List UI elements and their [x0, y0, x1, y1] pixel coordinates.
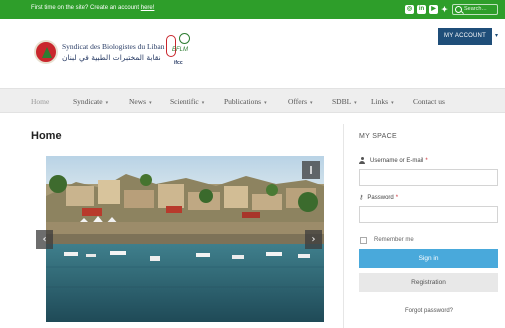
partner-logo-2: [179, 33, 190, 44]
brand-name-arabic: نقابة المختبرات الطبية في لبنان: [62, 53, 161, 62]
nav-item-label: Publications: [224, 97, 262, 106]
welcome-text: First time on the site? Create an accoun…: [31, 5, 141, 11]
nav-item-label: Offers: [288, 97, 308, 106]
chevron-down-icon: ▾: [149, 100, 152, 106]
syndicate-logo[interactable]: [34, 40, 58, 64]
search-placeholder: Search…: [464, 6, 487, 12]
partner-logo-text-bottom: ifcc: [174, 60, 183, 66]
chevron-down-icon: ▾: [354, 100, 357, 106]
account-chevron-down-icon[interactable]: ▾: [495, 32, 498, 39]
nav-item-links[interactable]: Links ▾: [371, 89, 394, 114]
nav-item-sdbl[interactable]: SDBL ▾: [332, 89, 357, 114]
password-field[interactable]: [359, 206, 498, 223]
image-slider[interactable]: [46, 156, 324, 322]
nav-item-label: News: [129, 97, 147, 106]
partner-logo-text-top: EFLM: [172, 47, 189, 53]
nav-item-contact[interactable]: Contact us: [413, 89, 445, 114]
nav-item-label: Contact us: [413, 97, 445, 106]
sign-in-button[interactable]: Sign in: [359, 249, 498, 268]
chevron-down-icon: ▾: [264, 100, 267, 106]
nav-item-news[interactable]: News ▾: [129, 89, 152, 114]
nav-item-offers[interactable]: Offers ▾: [288, 89, 313, 114]
nav-item-home[interactable]: Home: [31, 89, 49, 114]
nav-item-label: SDBL: [332, 97, 352, 106]
column-divider: [343, 124, 344, 328]
nav-item-scientific[interactable]: Scientific ▾: [170, 89, 204, 114]
welcome-message: First time on the site? Create an accoun…: [31, 5, 154, 11]
search-icon: [455, 6, 462, 13]
brand-name-french: Syndicat des Biologistes du Liban: [62, 42, 165, 51]
top-bar: First time on the site? Create an accoun…: [0, 0, 505, 19]
my-space-heading: MY SPACE: [359, 133, 397, 140]
partner-logo-eflm: EFLM ifcc: [170, 47, 196, 71]
remember-me-label: Remember me: [374, 237, 414, 243]
nav-item-publications[interactable]: Publications ▾: [224, 89, 267, 114]
chevron-down-icon: ▾: [105, 100, 109, 106]
slider-prev-button[interactable]: ‹: [36, 230, 53, 249]
required-mark: *: [395, 195, 399, 201]
chevron-down-icon: ▾: [201, 100, 205, 106]
main-navigation: Home Syndicate ▾ News ▾ Scientific ▾ Public…: [0, 88, 505, 113]
registration-button[interactable]: Registration: [359, 273, 498, 292]
create-account-link[interactable]: here!: [141, 5, 155, 11]
slider-next-button[interactable]: ›: [305, 230, 322, 249]
nav-item-label: Home: [31, 97, 50, 106]
key-icon: ⚷: [359, 194, 364, 201]
nav-item-label: Scientific: [170, 97, 199, 106]
youtube-icon[interactable]: ▶: [429, 5, 438, 14]
cedar-tree-icon: [42, 47, 52, 58]
pause-button[interactable]: ‖: [302, 161, 320, 179]
nav-item-syndicate[interactable]: Syndicate ▾: [73, 89, 108, 114]
chevron-down-icon: ▾: [391, 100, 394, 106]
linkedin-icon[interactable]: in: [417, 5, 426, 14]
password-label-text: Password: [367, 195, 394, 201]
password-label: ⚷ Password *: [359, 194, 398, 201]
username-label-text: Username or E-mail: [370, 158, 424, 164]
twitter-icon[interactable]: ✦: [440, 5, 449, 14]
my-account-button[interactable]: MY ACCOUNT: [438, 28, 492, 45]
username-field[interactable]: [359, 169, 498, 186]
chevron-down-icon: ▾: [310, 100, 313, 106]
page-title: Home: [31, 130, 62, 142]
nav-item-label: Syndicate: [73, 97, 103, 106]
search-input[interactable]: Search…: [452, 4, 498, 15]
harbor-photo: [46, 156, 324, 322]
remember-me-checkbox[interactable]: [360, 237, 367, 244]
user-icon: [359, 157, 365, 164]
nav-item-label: Links: [371, 97, 389, 106]
username-label: Username or E-mail *: [359, 156, 428, 164]
forgot-password-link[interactable]: Forgot password?: [405, 308, 453, 314]
required-mark: *: [425, 158, 428, 164]
instagram-icon[interactable]: ◎: [405, 5, 414, 14]
